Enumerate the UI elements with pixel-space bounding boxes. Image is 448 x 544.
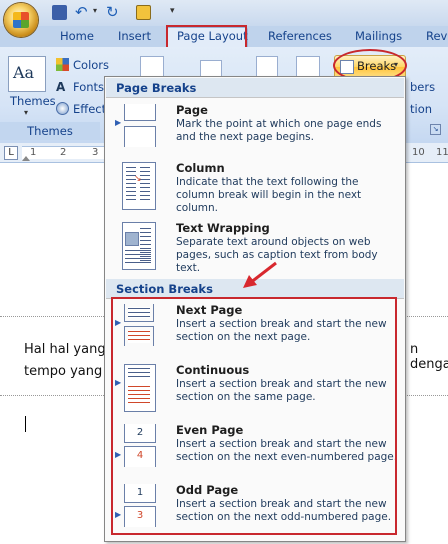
document-text-line2[interactable]: tempo yang s bbox=[24, 364, 113, 379]
ruler-mark-11: 11 bbox=[436, 147, 448, 158]
menu-item-desc: Separate text around objects on web page… bbox=[176, 236, 378, 274]
indent-marker-icon[interactable] bbox=[22, 156, 30, 161]
colors-icon bbox=[56, 58, 69, 71]
page-breaks-header: Page Breaks bbox=[106, 78, 404, 98]
office-button[interactable] bbox=[4, 3, 38, 37]
fonts-icon: A bbox=[56, 80, 66, 94]
ruler-mark-2: 2 bbox=[60, 147, 67, 158]
themes-icon[interactable]: Aa bbox=[8, 56, 46, 92]
themes-button-label[interactable]: Themes bbox=[10, 94, 56, 108]
menu-item-page[interactable]: ▶ Page Mark the point at which one page … bbox=[106, 101, 404, 159]
page-break-icon: ▶ bbox=[115, 104, 156, 147]
themes-group-label: Themes bbox=[0, 122, 100, 140]
menu-item-title: Column bbox=[176, 161, 225, 175]
save-icon[interactable] bbox=[52, 5, 67, 20]
tab-home[interactable]: Home bbox=[60, 29, 94, 43]
undo-dropdown-icon[interactable]: ▾ bbox=[93, 6, 97, 15]
tab-references[interactable]: References bbox=[268, 29, 332, 43]
menu-item-title: Page bbox=[176, 103, 208, 117]
themes-dropdown-icon[interactable]: ▾ bbox=[24, 108, 28, 117]
ruler-mark-1: 1 bbox=[30, 147, 37, 158]
tab-selector-icon[interactable]: L bbox=[4, 146, 18, 160]
section-breaks-highlight-box bbox=[111, 297, 397, 535]
effects-icon bbox=[56, 102, 69, 115]
undo-icon[interactable]: ↶ bbox=[75, 5, 90, 20]
column-break-icon: ↘ bbox=[120, 162, 156, 210]
hyphenation-button[interactable]: tion bbox=[410, 102, 432, 116]
tab-mailings[interactable]: Mailings bbox=[355, 29, 402, 43]
menu-item-desc: Indicate that the text following the col… bbox=[176, 176, 362, 214]
line-numbers-button[interactable]: bers bbox=[410, 80, 435, 94]
ruler-mark-3: 3 bbox=[92, 147, 99, 158]
fonts-button[interactable]: Fonts bbox=[73, 80, 104, 94]
spelling-icon[interactable] bbox=[136, 5, 151, 20]
menu-item-column[interactable]: ↘ Column Indicate that the text followin… bbox=[106, 159, 404, 219]
text-wrapping-icon bbox=[120, 222, 156, 270]
dialog-launcher-icon[interactable]: ↘ bbox=[430, 124, 441, 135]
redo-icon[interactable]: ↻ bbox=[106, 5, 121, 20]
themes-icon-glyph: Aa bbox=[13, 63, 35, 82]
menu-item-title: Text Wrapping bbox=[176, 221, 270, 235]
annotation-arrow-icon bbox=[243, 261, 277, 288]
office-logo-icon bbox=[13, 12, 29, 28]
ruler-mark-10: 10 bbox=[412, 147, 425, 158]
colors-button[interactable]: Colors bbox=[73, 58, 109, 72]
menu-item-desc: Mark the point at which one page ends an… bbox=[176, 118, 382, 143]
tab-review[interactable]: Revi bbox=[426, 29, 448, 43]
customize-quick-access-icon[interactable]: ▾ bbox=[170, 6, 175, 16]
tab-insert[interactable]: Insert bbox=[118, 29, 151, 43]
title-bar bbox=[0, 0, 448, 26]
text-cursor bbox=[25, 416, 26, 432]
document-text-line1-end[interactable]: n denga bbox=[410, 342, 448, 372]
